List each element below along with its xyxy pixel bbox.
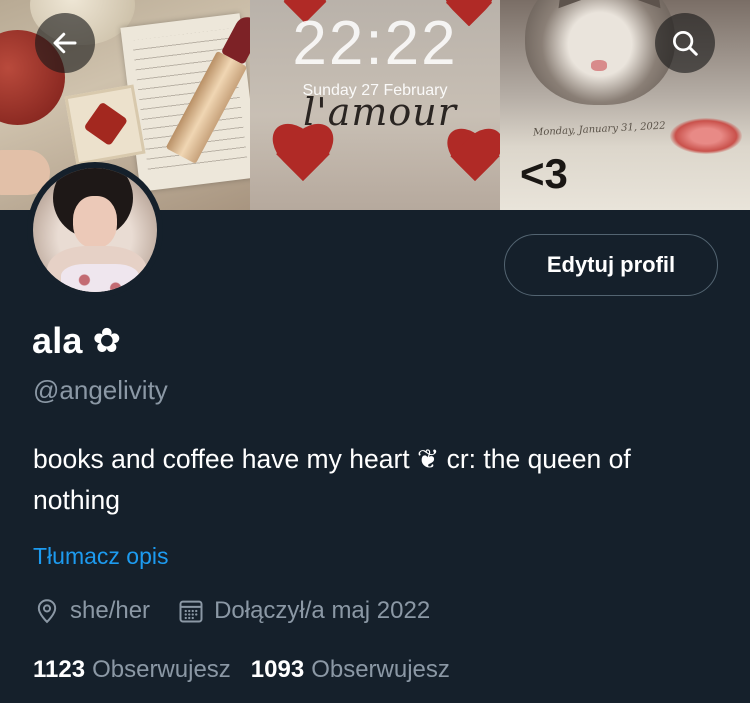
note-date: Monday, January 31, 2022 — [532, 120, 666, 139]
note-heart-text: <3 — [520, 150, 568, 197]
edit-profile-button[interactable]: Edytuj profil — [504, 234, 718, 296]
profile-meta: she/her Dołączył/a maj 2022 — [33, 597, 457, 625]
flower-emoji: ✿ — [92, 322, 122, 360]
following-label[interactable]: Obserwujesz — [92, 656, 231, 684]
joined-text: Dołączył/a maj 2022 — [214, 597, 431, 624]
avatar[interactable] — [27, 162, 163, 298]
lockscreen-time: 22:22 — [292, 9, 458, 78]
lamour-text: l'amour — [303, 90, 457, 134]
arrow-left-icon — [53, 32, 77, 54]
display-name-text: ala — [32, 320, 83, 361]
search-icon — [673, 31, 698, 56]
banner-photo-lockscreen: 22:22 Sunday 27 February l'amour — [250, 0, 500, 210]
felt-heart — [265, 125, 341, 195]
search-button[interactable] — [655, 13, 715, 73]
followers-count[interactable]: 1093 — [251, 656, 304, 684]
user-handle: @angelivity — [33, 375, 168, 405]
crochet-square — [64, 84, 146, 166]
follow-stats: 1123 Obserwujesz 1093 Obserwujesz — [33, 656, 470, 684]
felt-heart — [440, 130, 500, 194]
profile-page: 22:22 Sunday 27 February l'amour Monday,… — [0, 0, 750, 703]
translate-bio-link[interactable]: Tłumacz opis — [33, 543, 168, 570]
cat — [525, 0, 675, 105]
calendar-icon — [179, 600, 203, 623]
profile-bio: books and coffee have my heart ❦ cr: the… — [33, 444, 631, 515]
location-pin-icon — [37, 599, 57, 624]
followers-label[interactable]: Obserwujesz — [311, 656, 450, 684]
joined-item: Dołączył/a maj 2022 — [177, 597, 430, 625]
back-button[interactable] — [35, 13, 95, 73]
pronouns-text: she/her — [70, 597, 151, 624]
lipstick-kiss — [670, 118, 742, 154]
following-count[interactable]: 1123 — [33, 656, 85, 684]
display-name: ala ✿ — [32, 320, 121, 362]
avatar-photo — [33, 168, 157, 292]
pronouns-item: she/her — [33, 597, 150, 625]
